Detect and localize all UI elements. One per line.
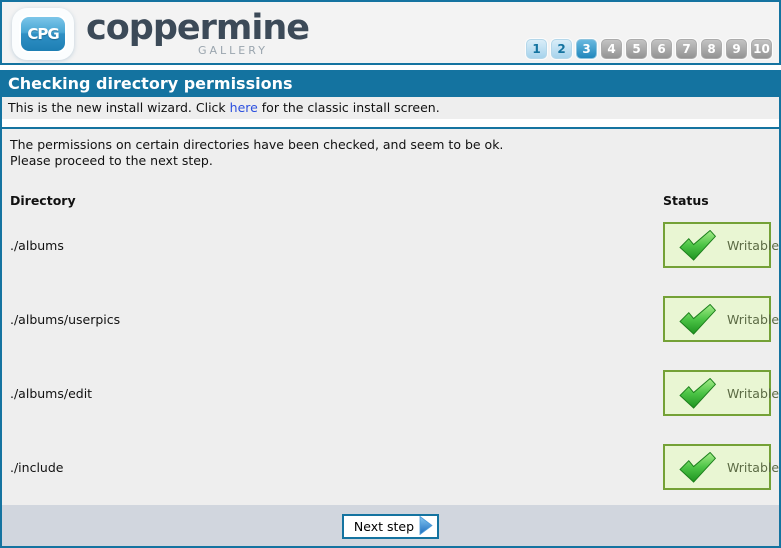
table-row: ./albums/edit Writable [10, 370, 771, 416]
directory-path: ./albums/edit [10, 386, 663, 401]
wizard-step-10[interactable]: 10 [751, 39, 772, 59]
table-row: ./albums/userpics Writable [10, 296, 771, 342]
intro-line-2: Please proceed to the next step. [10, 153, 771, 169]
check-icon [679, 378, 716, 409]
wizard-step-2[interactable]: 2 [551, 39, 572, 59]
column-header-directory: Directory [10, 193, 663, 208]
classic-install-link[interactable]: here [230, 100, 258, 115]
status-badge: Writable [663, 296, 771, 342]
content-box: Checking directory permissions This is t… [0, 70, 781, 548]
intro-text: The permissions on certain directories h… [10, 137, 771, 169]
check-icon [679, 230, 716, 261]
brand-subtitle: GALLERY [198, 44, 268, 57]
wizard-info-bar: This is the new install wizard. Click he… [2, 97, 779, 119]
table-header-row: Directory Status [10, 193, 771, 208]
header: CPG coppermine GALLERY 1 2 3 4 5 6 7 8 9… [0, 0, 781, 65]
content-gap [2, 119, 779, 127]
status-badge: Writable [663, 444, 771, 490]
wizard-step-8[interactable]: 8 [701, 39, 722, 59]
arrow-right-icon [419, 519, 433, 535]
directory-path: ./include [10, 460, 663, 475]
status-label: Writable [727, 460, 779, 475]
status-label: Writable [727, 312, 779, 327]
intro-line-1: The permissions on certain directories h… [10, 137, 771, 153]
table-row: ./include Writable [10, 444, 771, 490]
status-label: Writable [727, 238, 779, 253]
wizard-step-1[interactable]: 1 [526, 39, 547, 59]
check-icon [679, 452, 716, 483]
status-badge: Writable [663, 222, 771, 268]
wizard-step-indicator: 1 2 3 4 5 6 7 8 9 10 [526, 39, 772, 59]
brand-title: coppermine [86, 10, 309, 46]
next-step-button[interactable]: Next step [342, 514, 439, 539]
footer-bar: Next step [2, 505, 779, 546]
info-text-before: This is the new install wizard. Click [8, 100, 230, 115]
permission-check-panel: The permissions on certain directories h… [2, 127, 779, 505]
wizard-step-6[interactable]: 6 [651, 39, 672, 59]
status-label: Writable [727, 386, 779, 401]
table-row: ./albums Writable [10, 222, 771, 268]
page-title: Checking directory permissions [2, 72, 779, 97]
wizard-step-7[interactable]: 7 [676, 39, 697, 59]
column-header-status: Status [663, 193, 771, 208]
coppermine-logo[interactable]: CPG [12, 8, 74, 60]
directory-path: ./albums/userpics [10, 312, 663, 327]
directory-path: ./albums [10, 238, 663, 253]
status-badge: Writable [663, 370, 771, 416]
wizard-step-5[interactable]: 5 [626, 39, 647, 59]
wizard-step-3[interactable]: 3 [576, 39, 597, 59]
info-text-after: for the classic install screen. [258, 100, 440, 115]
wizard-step-9[interactable]: 9 [726, 39, 747, 59]
next-step-label: Next step [354, 519, 414, 534]
check-icon [679, 304, 716, 335]
install-wizard-page: CPG coppermine GALLERY 1 2 3 4 5 6 7 8 9… [0, 0, 781, 548]
cpg-logo-icon: CPG [19, 15, 67, 53]
wizard-step-4[interactable]: 4 [601, 39, 622, 59]
